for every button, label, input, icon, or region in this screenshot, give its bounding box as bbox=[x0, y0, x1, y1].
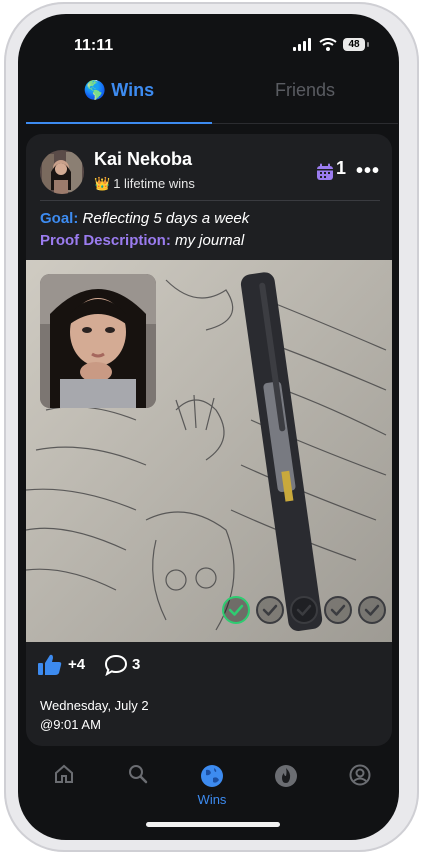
tab-wins[interactable]: 🌎 Wins bbox=[26, 80, 212, 120]
nav-wins-label: Wins bbox=[197, 792, 227, 807]
home-indicator[interactable] bbox=[146, 822, 280, 827]
post-username[interactable]: Kai Nekoba bbox=[94, 149, 192, 170]
nav-profile[interactable] bbox=[340, 764, 380, 808]
tab-wins-label: Wins bbox=[111, 80, 155, 100]
lifetime-wins-label: 1 lifetime wins bbox=[113, 176, 195, 191]
nav-wins[interactable]: Wins bbox=[192, 764, 232, 808]
crown-icon: 👑 bbox=[94, 176, 111, 191]
proof-value: my journal bbox=[175, 232, 245, 249]
goal-line: Goal: Reflecting 5 days a week bbox=[40, 210, 249, 227]
tab-active-indicator bbox=[26, 122, 212, 124]
progress-check-pending bbox=[324, 596, 352, 624]
post-date: Wednesday, July 2 bbox=[40, 698, 149, 713]
nav-search[interactable] bbox=[118, 764, 158, 808]
post-card: Kai Nekoba 👑 1 lifetime wins 1 ••• Goal: … bbox=[26, 134, 392, 746]
tab-divider bbox=[212, 123, 398, 124]
comment-icon bbox=[104, 654, 128, 677]
thumbs-up-icon bbox=[38, 654, 62, 675]
battery-indicator: 48 bbox=[343, 38, 365, 51]
calendar-count: 1 bbox=[336, 158, 347, 178]
card-divider bbox=[40, 200, 380, 201]
avatar[interactable] bbox=[40, 150, 84, 194]
calendar-icon[interactable] bbox=[316, 163, 334, 181]
selfie-thumbnail[interactable] bbox=[40, 274, 156, 408]
goal-value: Reflecting 5 days a week bbox=[82, 210, 250, 227]
signal-icon bbox=[293, 38, 311, 51]
progress-check-pending bbox=[358, 596, 386, 624]
search-icon bbox=[129, 765, 148, 784]
app-screen: 11:11 48 🌎 Wins Friends Kai Nekoba 👑 1 l… bbox=[18, 14, 399, 840]
like-button[interactable]: +4 bbox=[38, 654, 85, 676]
progress-check-complete bbox=[222, 596, 250, 624]
goal-label: Goal: bbox=[40, 210, 79, 227]
bottom-nav: Wins bbox=[18, 754, 399, 814]
progress-check-pending bbox=[290, 596, 318, 624]
progress-check-pending bbox=[256, 596, 284, 624]
top-tabs: 🌎 Wins Friends bbox=[18, 80, 399, 124]
lifetime-wins: 👑 1 lifetime wins bbox=[94, 176, 195, 192]
home-icon bbox=[55, 764, 73, 783]
proof-label: Proof Description: bbox=[40, 232, 171, 249]
nav-home[interactable] bbox=[44, 764, 84, 808]
comments-count: 3 bbox=[132, 656, 141, 673]
more-options-button[interactable]: ••• bbox=[356, 160, 380, 183]
profile-icon bbox=[349, 764, 371, 786]
tab-friends[interactable]: Friends bbox=[212, 80, 398, 120]
globe-icon: 🌎 bbox=[83, 80, 107, 100]
globe-icon bbox=[201, 765, 223, 787]
status-time: 11:11 bbox=[74, 37, 114, 54]
fire-icon bbox=[275, 765, 297, 787]
wifi-icon bbox=[319, 38, 337, 51]
comment-button[interactable]: 3 bbox=[104, 654, 140, 680]
proof-line: Proof Description: my journal bbox=[40, 232, 244, 249]
post-time: @9:01 AM bbox=[40, 717, 101, 732]
proof-photo[interactable] bbox=[26, 260, 392, 642]
likes-count: +4 bbox=[68, 656, 86, 673]
battery-tip bbox=[367, 42, 369, 47]
nav-streak[interactable] bbox=[266, 764, 306, 808]
